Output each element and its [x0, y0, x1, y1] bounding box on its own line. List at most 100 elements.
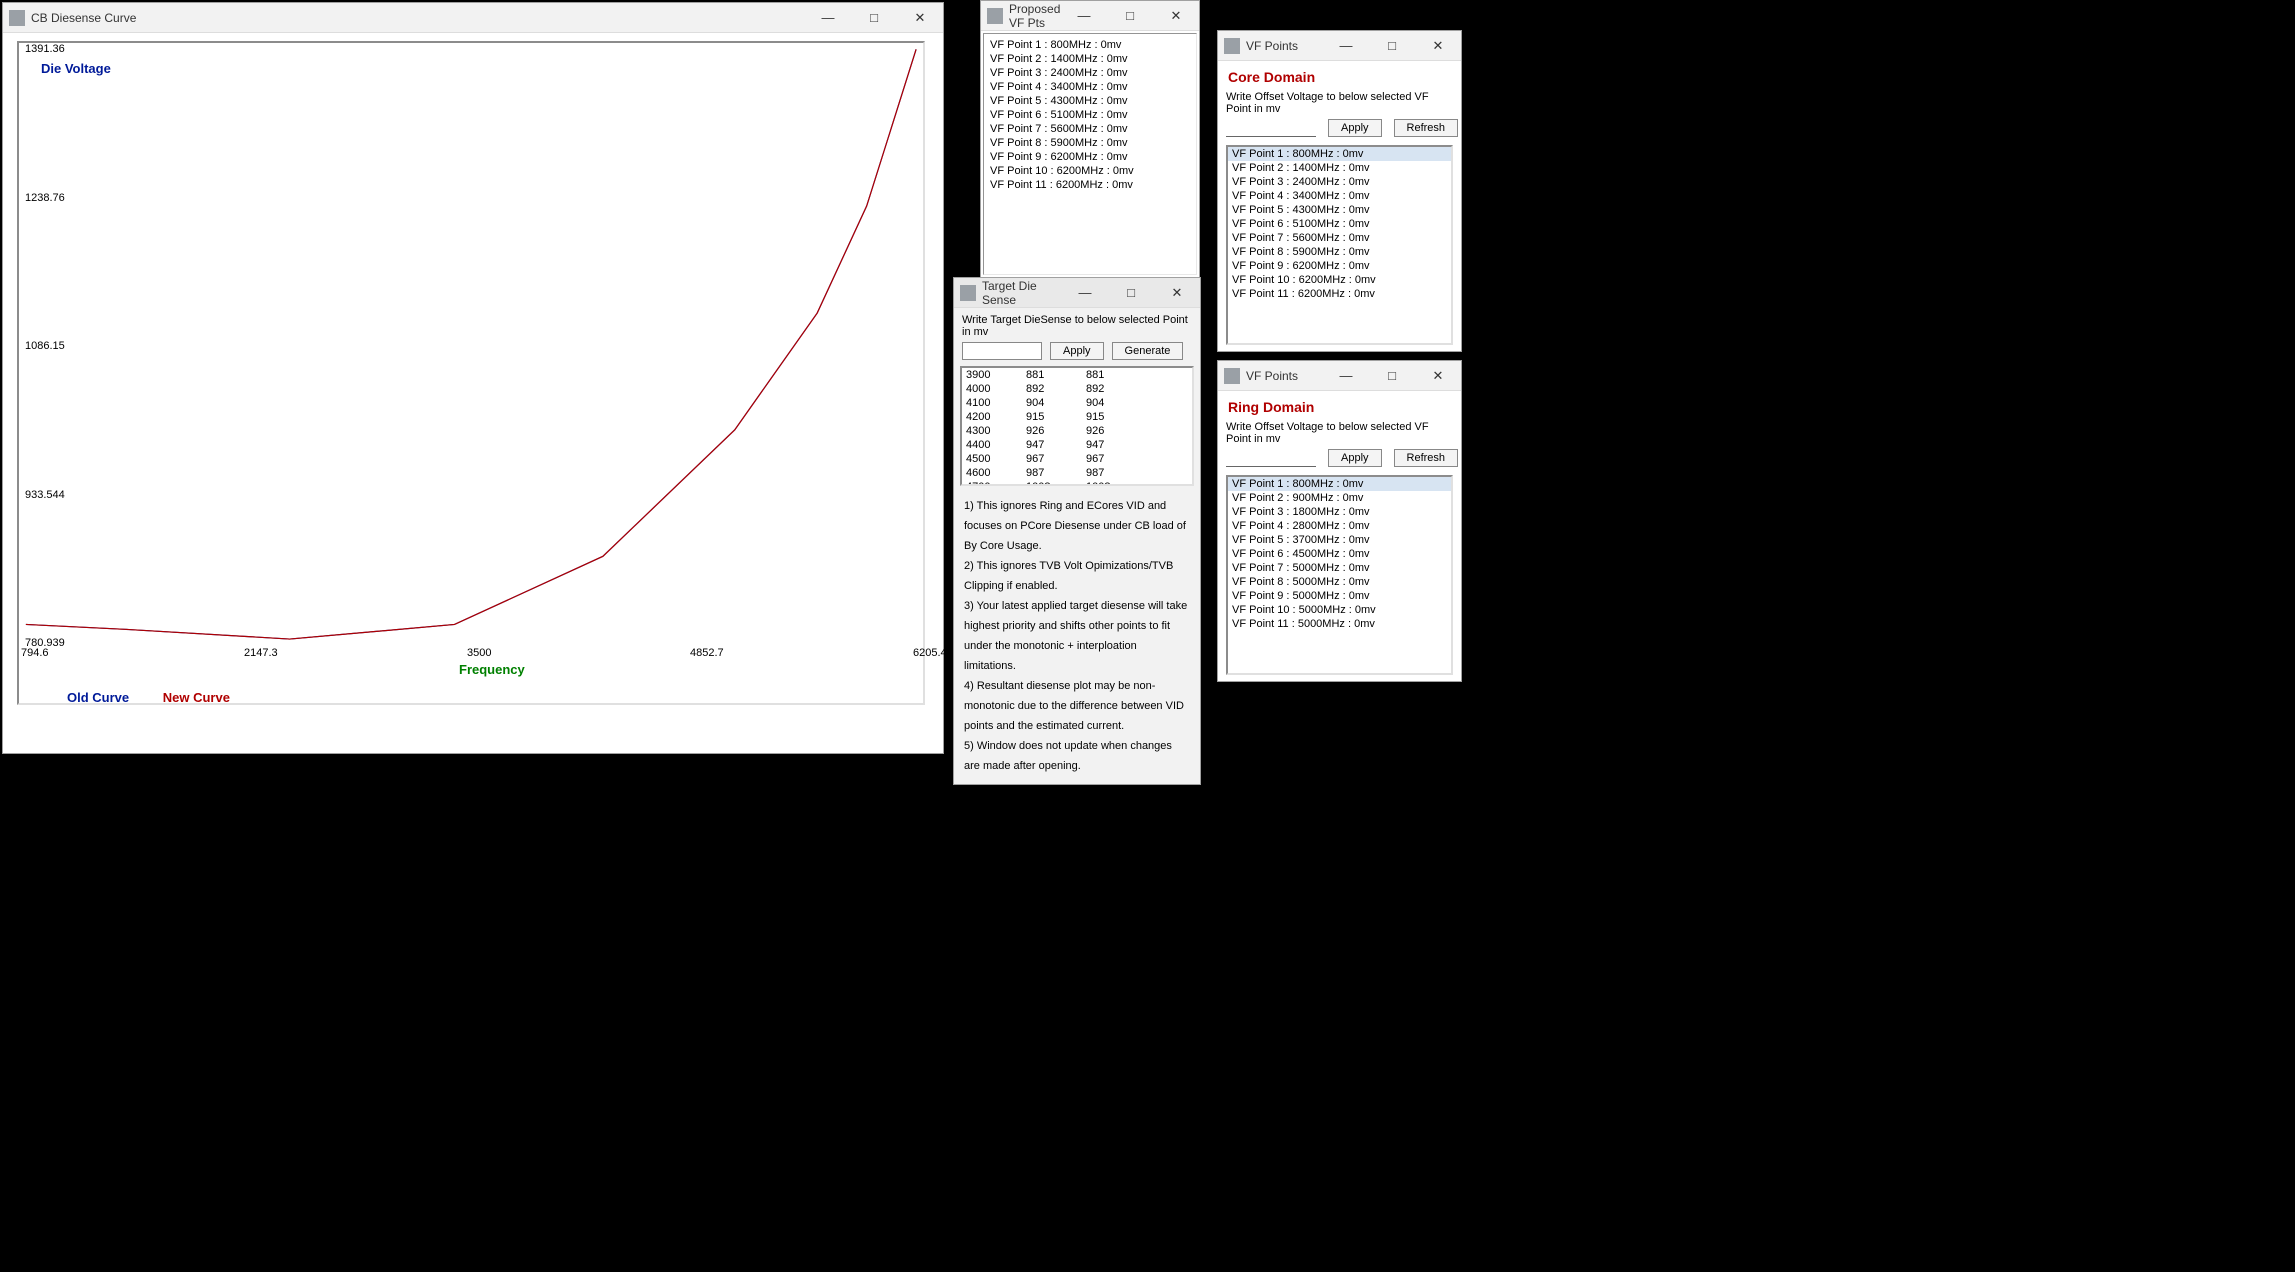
offset-voltage-input[interactable]: [1226, 449, 1316, 467]
maximize-button[interactable]: □: [1107, 1, 1153, 30]
table-cell: 987: [1082, 466, 1142, 480]
titlebar[interactable]: Target Die Sense — □ ✕: [954, 278, 1200, 308]
maximize-button[interactable]: □: [1108, 278, 1154, 307]
app-icon: [1224, 368, 1240, 384]
table-cell: 4300: [962, 424, 1022, 438]
maximize-button[interactable]: □: [1369, 31, 1415, 60]
table-cell: 926: [1022, 424, 1082, 438]
table-row[interactable]: 4500967967: [962, 452, 1192, 466]
vf-point-item[interactable]: VF Point 4 : 3400MHz : 0mv: [1228, 189, 1451, 203]
table-row[interactable]: 3900881881: [962, 368, 1192, 382]
window-title: VF Points: [1246, 39, 1323, 53]
vf-point-list[interactable]: VF Point 1 : 800MHz : 0mvVF Point 2 : 14…: [1226, 145, 1453, 345]
vf-point-item[interactable]: VF Point 9 : 6200MHz : 0mv: [1228, 259, 1451, 273]
table-row[interactable]: 4600987987: [962, 466, 1192, 480]
vf-point-item[interactable]: VF Point 6 : 5100MHz : 0mv: [1228, 217, 1451, 231]
table-cell: 892: [1082, 382, 1142, 396]
chart-horizontal-scrollbar[interactable]: [17, 731, 925, 747]
apply-button[interactable]: Apply: [1328, 119, 1382, 137]
vf-point-item[interactable]: VF Point 5 : 4300MHz : 0mv: [1228, 203, 1451, 217]
note-line: 2) This ignores TVB Volt Opimizations/TV…: [964, 556, 1190, 596]
apply-button[interactable]: Apply: [1050, 342, 1104, 360]
app-icon: [960, 285, 976, 301]
note-line: 3) Your latest applied target diesense w…: [964, 596, 1190, 676]
proposed-vf-item: VF Point 2 : 1400MHz : 0mv: [990, 52, 1190, 66]
target-instruction: Write Target DieSense to below selected …: [962, 314, 1192, 338]
x-tick-label: 3500: [467, 647, 491, 659]
table-cell: 4200: [962, 410, 1022, 424]
maximize-button[interactable]: □: [851, 3, 897, 32]
target-table[interactable]: 3900881881400089289241009049044200915915…: [960, 366, 1194, 486]
app-icon: [9, 10, 25, 26]
table-cell: 1008: [1082, 480, 1142, 486]
table-cell: 4700: [962, 480, 1022, 486]
window-title: VF Points: [1246, 369, 1323, 383]
vf-point-item[interactable]: VF Point 7 : 5600MHz : 0mv: [1228, 231, 1451, 245]
vf-point-item[interactable]: VF Point 11 : 5000MHz : 0mv: [1228, 617, 1451, 631]
close-button[interactable]: ✕: [1154, 278, 1200, 307]
table-cell: 904: [1082, 396, 1142, 410]
vf-point-item[interactable]: VF Point 8 : 5900MHz : 0mv: [1228, 245, 1451, 259]
table-row[interactable]: 4400947947: [962, 438, 1192, 452]
minimize-button[interactable]: —: [1323, 361, 1369, 390]
minimize-button[interactable]: —: [1062, 278, 1108, 307]
close-button[interactable]: ✕: [1415, 31, 1461, 60]
chart-body: Die Voltage Frequency Old Curve New Curv…: [3, 33, 943, 753]
vf-point-item[interactable]: VF Point 7 : 5000MHz : 0mv: [1228, 561, 1451, 575]
vf-point-item[interactable]: VF Point 4 : 2800MHz : 0mv: [1228, 519, 1451, 533]
table-cell: 881: [1022, 368, 1082, 382]
table-row[interactable]: 4300926926: [962, 424, 1192, 438]
vf-point-item[interactable]: VF Point 1 : 800MHz : 0mv: [1228, 477, 1451, 491]
vf-point-item[interactable]: VF Point 10 : 6200MHz : 0mv: [1228, 273, 1451, 287]
proposed-vf-item: VF Point 1 : 800MHz : 0mv: [990, 38, 1190, 52]
vf-point-list[interactable]: VF Point 1 : 800MHz : 0mvVF Point 2 : 90…: [1226, 475, 1453, 675]
table-cell: 904: [1022, 396, 1082, 410]
refresh-button[interactable]: Refresh: [1394, 449, 1459, 467]
minimize-button[interactable]: —: [1323, 31, 1369, 60]
note-line: 5) Window does not update when changes a…: [964, 736, 1190, 776]
proposed-vf-item: VF Point 8 : 5900MHz : 0mv: [990, 136, 1190, 150]
titlebar[interactable]: VF Points — □ ✕: [1218, 361, 1461, 391]
vf-point-item[interactable]: VF Point 2 : 900MHz : 0mv: [1228, 491, 1451, 505]
table-row[interactable]: 470010081008: [962, 480, 1192, 486]
proposed-vf-pts-window: Proposed VF Pts — □ ✕ VF Point 1 : 800MH…: [980, 0, 1200, 278]
minimize-button[interactable]: —: [1061, 1, 1107, 30]
vf-point-item[interactable]: VF Point 3 : 2400MHz : 0mv: [1228, 175, 1451, 189]
refresh-button[interactable]: Refresh: [1394, 119, 1459, 137]
titlebar[interactable]: CB Diesense Curve — □ ✕: [3, 3, 943, 33]
proposed-list: VF Point 1 : 800MHz : 0mvVF Point 2 : 14…: [983, 33, 1197, 275]
vf-point-item[interactable]: VF Point 2 : 1400MHz : 0mv: [1228, 161, 1451, 175]
vf-points-core-window: VF Points — □ ✕ Core Domain Write Offset…: [1217, 30, 1462, 352]
vf-point-item[interactable]: VF Point 5 : 3700MHz : 0mv: [1228, 533, 1451, 547]
vf-point-item[interactable]: VF Point 6 : 4500MHz : 0mv: [1228, 547, 1451, 561]
x-axis-label: Frequency: [459, 662, 525, 677]
offset-voltage-input[interactable]: [1226, 119, 1316, 137]
table-cell: 4100: [962, 396, 1022, 410]
chart-series-old-curve: [26, 49, 916, 639]
x-tick-label: 794.6: [21, 647, 49, 659]
close-button[interactable]: ✕: [1153, 1, 1199, 30]
vf-point-item[interactable]: VF Point 1 : 800MHz : 0mv: [1228, 147, 1451, 161]
vf-point-item[interactable]: VF Point 10 : 5000MHz : 0mv: [1228, 603, 1451, 617]
close-button[interactable]: ✕: [897, 3, 943, 32]
table-cell: 4500: [962, 452, 1022, 466]
titlebar[interactable]: Proposed VF Pts — □ ✕: [981, 1, 1199, 31]
vf-point-item[interactable]: VF Point 9 : 5000MHz : 0mv: [1228, 589, 1451, 603]
proposed-vf-item: VF Point 10 : 6200MHz : 0mv: [990, 164, 1190, 178]
table-row[interactable]: 4000892892: [962, 382, 1192, 396]
proposed-vf-item: VF Point 3 : 2400MHz : 0mv: [990, 66, 1190, 80]
apply-button[interactable]: Apply: [1328, 449, 1382, 467]
maximize-button[interactable]: □: [1369, 361, 1415, 390]
table-row[interactable]: 4200915915: [962, 410, 1192, 424]
generate-button[interactable]: Generate: [1112, 342, 1184, 360]
vf-point-item[interactable]: VF Point 8 : 5000MHz : 0mv: [1228, 575, 1451, 589]
titlebar[interactable]: VF Points — □ ✕: [1218, 31, 1461, 61]
table-row[interactable]: 4100904904: [962, 396, 1192, 410]
close-button[interactable]: ✕: [1415, 361, 1461, 390]
vf-point-item[interactable]: VF Point 3 : 1800MHz : 0mv: [1228, 505, 1451, 519]
vf-point-item[interactable]: VF Point 11 : 6200MHz : 0mv: [1228, 287, 1451, 301]
minimize-button[interactable]: —: [805, 3, 851, 32]
table-cell: 892: [1022, 382, 1082, 396]
table-cell: 915: [1082, 410, 1142, 424]
target-diesense-input[interactable]: [962, 342, 1042, 360]
